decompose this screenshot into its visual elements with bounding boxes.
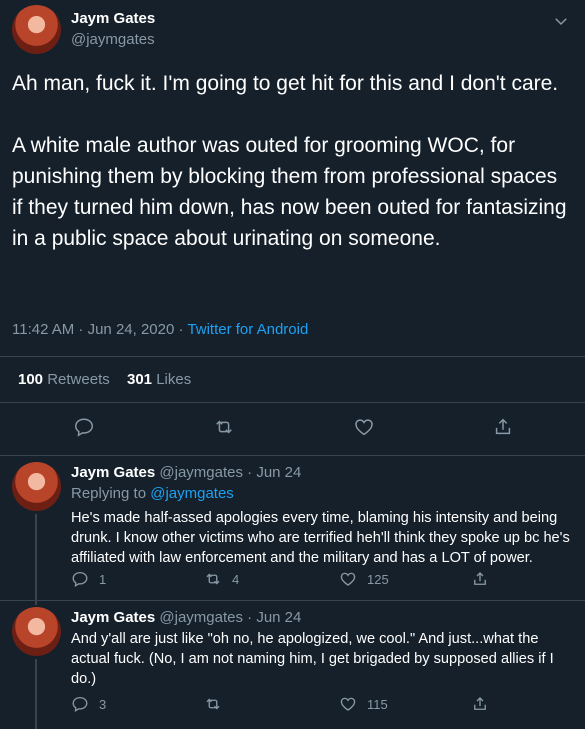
main-tweet: Jaym Gates @jaymgates Ah man, fuck it. I… (0, 0, 585, 456)
like-button[interactable]: 125 (339, 570, 389, 588)
avatar[interactable] (12, 607, 61, 656)
retweet-icon (204, 570, 222, 588)
reply-count: 1 (99, 571, 107, 587)
likes-count: 301 (127, 371, 153, 388)
like-count: 125 (367, 571, 389, 587)
author-name[interactable]: Jaym Gates (71, 609, 155, 626)
author-handle[interactable]: @jaymgates · Jun 24 (159, 609, 301, 626)
timestamp[interactable]: 11:42 AM · Jun 24, 2020 (12, 321, 174, 338)
thread-line (35, 659, 37, 729)
retweet-count: 4 (232, 571, 240, 587)
tweet-actions (0, 412, 585, 442)
like-button[interactable]: 115 (339, 695, 388, 713)
divider (0, 600, 585, 601)
share-button[interactable] (471, 695, 489, 713)
share-icon (471, 570, 489, 588)
replying-prefix: Replying to (71, 485, 151, 502)
author-handle[interactable]: @jaymgates · Jun 24 (159, 464, 301, 481)
reply-text: And y'all are just like "oh no, he apolo… (71, 631, 554, 687)
reply-header: Jaym Gates @jaymgates · Jun 24 (71, 464, 301, 481)
retweet-button[interactable]: 4 (204, 570, 239, 588)
replying-to-link[interactable]: @jaymgates (150, 485, 234, 502)
like-icon[interactable] (353, 416, 375, 438)
share-icon[interactable] (492, 416, 514, 438)
avatar[interactable] (12, 462, 61, 511)
retweets-label: Retweets (47, 371, 110, 388)
reply-actions: 1 4 125 (71, 570, 501, 594)
reply-actions: 3 115 (71, 695, 501, 719)
thread-line (35, 514, 37, 604)
tweet-text: Ah man, fuck it. I'm going to get hit fo… (12, 68, 572, 254)
replying-to: Replying to @jaymgates (71, 485, 234, 502)
retweets-stat[interactable]: 100 Retweets (18, 371, 110, 388)
source-link[interactable]: Twitter for Android (187, 321, 308, 338)
tweet-paragraph: Ah man, fuck it. I'm going to get hit fo… (12, 72, 559, 95)
likes-stat[interactable]: 301 Likes (127, 371, 191, 388)
like-count: 115 (367, 696, 388, 712)
reply-tweet[interactable]: Jaym Gates @jaymgates · Jun 24 Replying … (0, 456, 585, 604)
author-name[interactable]: Jaym Gates (71, 464, 155, 481)
reply-tweet[interactable]: Jaym Gates @jaymgates · Jun 24 And y'all… (0, 601, 585, 729)
reply-button[interactable]: 1 (71, 570, 106, 588)
reply-count: 3 (99, 696, 107, 712)
chevron-down-icon[interactable] (552, 12, 570, 30)
author-handle[interactable]: @jaymgates (71, 31, 155, 48)
likes-label: Likes (156, 371, 192, 388)
like-icon (339, 695, 357, 713)
like-icon (339, 570, 357, 588)
retweet-icon (204, 695, 222, 713)
thread-line (35, 601, 37, 605)
retweet-icon[interactable] (213, 416, 235, 438)
engagement-stats: 100 Retweets 301 Likes (0, 356, 585, 403)
reply-header: Jaym Gates @jaymgates · Jun 24 (71, 609, 301, 626)
meta-separator: · (174, 321, 188, 338)
retweet-button[interactable] (204, 695, 222, 713)
share-button[interactable] (471, 570, 489, 588)
avatar[interactable] (12, 5, 61, 54)
author-name[interactable]: Jaym Gates (71, 10, 155, 27)
tweet-meta: 11:42 AM · Jun 24, 2020 · Twitter for An… (12, 321, 308, 338)
reply-button[interactable]: 3 (71, 695, 106, 713)
reply-icon (71, 695, 89, 713)
share-icon (471, 695, 489, 713)
reply-icon (71, 570, 89, 588)
reply-icon[interactable] (73, 416, 95, 438)
retweets-count: 100 (18, 371, 44, 388)
tweet-paragraph: A white male author was outed for groomi… (12, 134, 567, 250)
reply-text: He's made half-assed apologies every tim… (71, 510, 570, 566)
